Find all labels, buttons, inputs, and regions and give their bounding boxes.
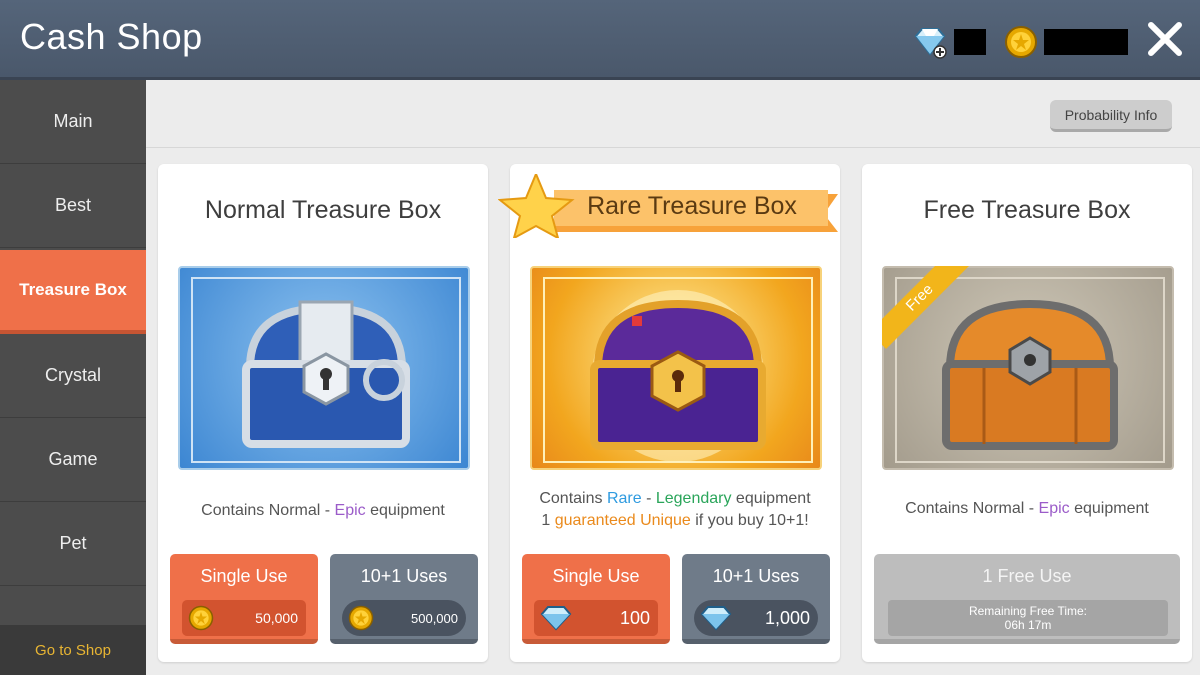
price-value: 500,000 (411, 610, 458, 626)
sidebar-item-pet[interactable]: Pet (0, 502, 146, 586)
rare-title-banner: Rare Treasure Box (498, 174, 854, 238)
crystal-amount-redacted (954, 29, 986, 55)
go-to-shop-button[interactable]: Go to Shop (0, 625, 146, 675)
price-tag: 500,000 (342, 600, 466, 636)
rare-chest-image (530, 266, 822, 470)
free-treasure-card: Free Treasure Box Free Contains Normal -… (862, 164, 1192, 662)
card-description: Contains Normal - Epic equipment (201, 502, 445, 519)
gold-chest-icon (543, 277, 813, 463)
silver-chest-icon (191, 277, 461, 463)
probability-info-button[interactable]: Probability Info (1050, 100, 1172, 132)
normal-ten-plus-one-button[interactable]: 10+1 Uses 500,000 (330, 554, 478, 644)
diamond-icon (540, 606, 572, 631)
sidebar: Main Best Treasure Box Crystal Game Pet … (0, 80, 146, 675)
price-tag: 100 (534, 600, 658, 636)
gold-coin-icon (188, 605, 214, 631)
sidebar-item-crystal[interactable]: Crystal (0, 334, 146, 418)
free-badge-label: Free (882, 266, 971, 349)
sidebar-item-best[interactable]: Best (0, 164, 146, 248)
diamond-plus-icon (914, 28, 947, 59)
rare-single-use-button[interactable]: Single Use 100 (522, 554, 670, 644)
gold-coin-icon (348, 605, 374, 631)
close-icon[interactable] (1142, 16, 1188, 62)
free-ribbon: Free (882, 266, 972, 356)
sidebar-item-main[interactable]: Main (0, 80, 146, 164)
main-content: Probability Info Normal Treasure Box Con… (146, 80, 1200, 675)
price-value: 1,000 (764, 607, 810, 628)
rare-ten-plus-one-button[interactable]: 10+1 Uses 1,000 (682, 554, 830, 644)
sidebar-item-game[interactable]: Game (0, 418, 146, 502)
remaining-time: Remaining Free Time: 06h 17m (888, 600, 1168, 636)
gold-amount-redacted (1044, 29, 1128, 55)
price-tag: 1,000 (694, 600, 818, 636)
card-description: Contains Rare - Legendary equipment 1 gu… (539, 490, 811, 529)
normal-treasure-card: Normal Treasure Box Contains Normal - Ep… (158, 164, 488, 662)
normal-single-use-button[interactable]: Single Use 50,000 (170, 554, 318, 644)
content-toolbar: Probability Info (146, 80, 1200, 148)
price-value: 50,000 (255, 610, 298, 626)
gold-balance (1004, 24, 1128, 60)
page-title: Cash Shop (20, 16, 203, 57)
card-title: Normal Treasure Box (204, 196, 442, 224)
gold-coin-icon (1005, 26, 1037, 58)
card-title: Free Treasure Box (923, 196, 1131, 224)
crystal-balance[interactable] (912, 24, 986, 60)
normal-chest-image (178, 266, 470, 470)
free-use-button[interactable]: 1 Free Use Remaining Free Time: 06h 17m (874, 554, 1180, 644)
top-bar: Cash Shop (0, 0, 1200, 80)
price-value: 100 (619, 607, 650, 628)
sidebar-item-treasure-box[interactable]: Treasure Box (0, 250, 146, 334)
card-description: Contains Normal - Epic equipment (905, 500, 1149, 517)
diamond-icon (700, 606, 732, 631)
price-tag: 50,000 (182, 600, 306, 636)
rare-treasure-card: Contains Rare - Legendary equipment 1 gu… (510, 164, 840, 662)
card-title: Rare Treasure Box (587, 192, 797, 220)
